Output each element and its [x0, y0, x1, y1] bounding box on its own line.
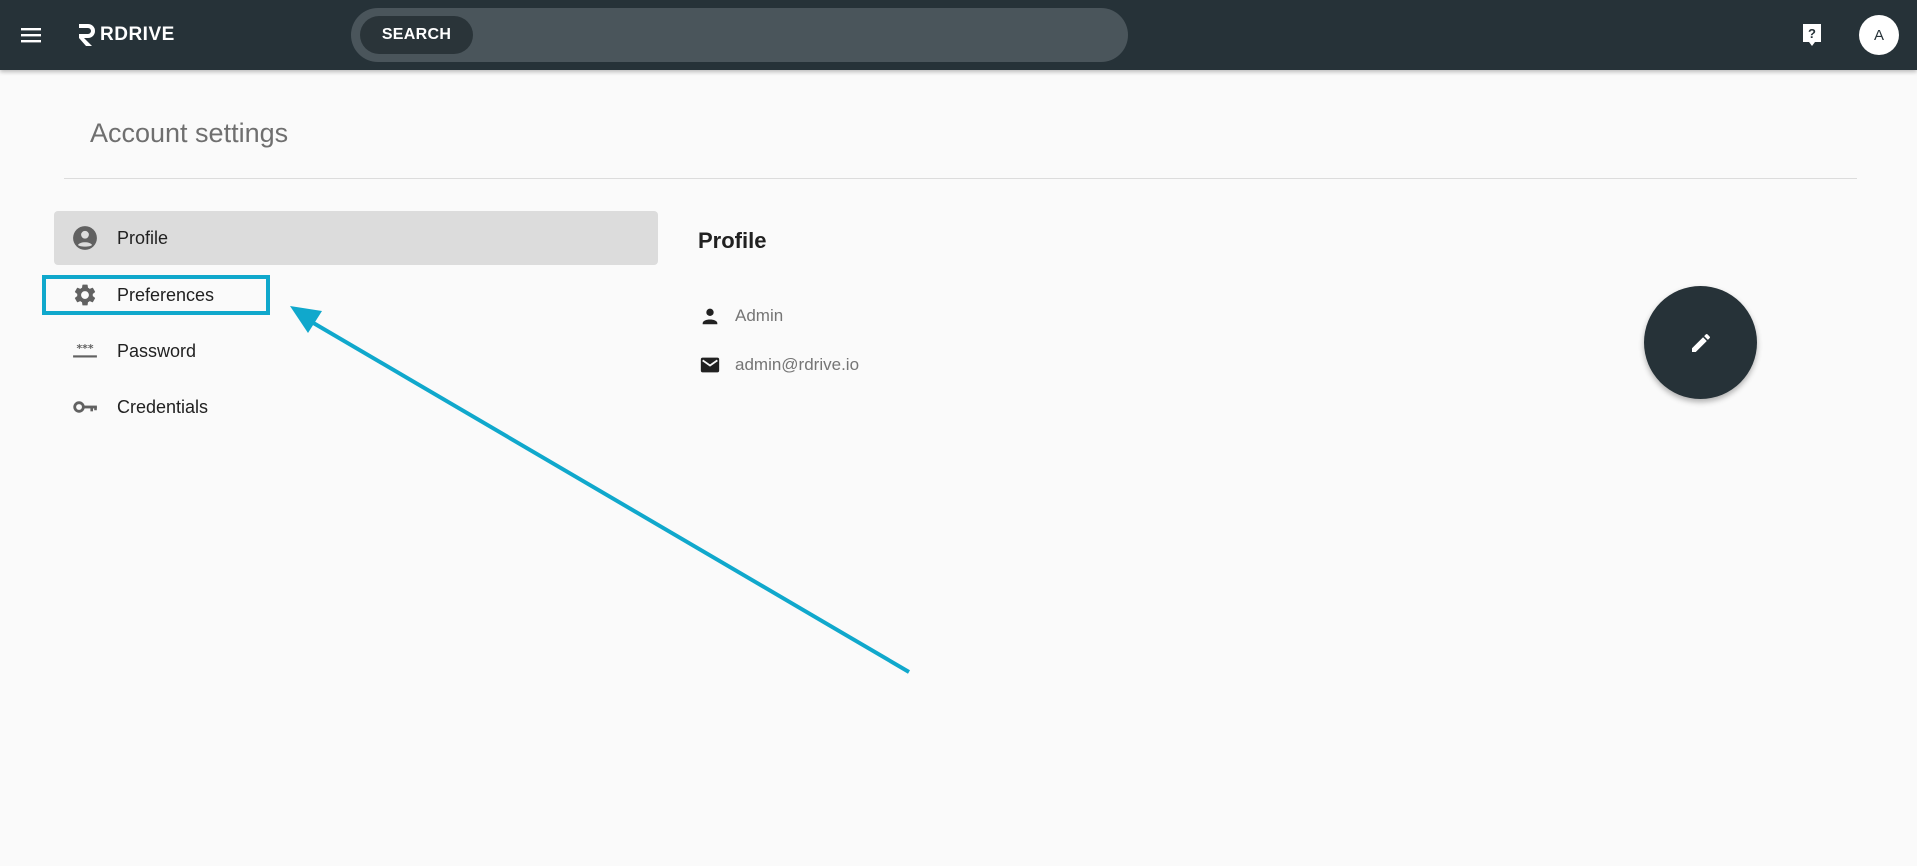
- help-button[interactable]: ?: [1798, 21, 1826, 49]
- nav-label-credentials: Credentials: [117, 396, 209, 417]
- search-button[interactable]: SEARCH: [360, 16, 473, 54]
- title-divider: [64, 178, 1857, 179]
- user-avatar[interactable]: A: [1859, 15, 1899, 55]
- svg-text:***: ***: [77, 342, 94, 355]
- nav-label-profile: Profile: [117, 227, 169, 248]
- profile-name-row: Admin: [698, 301, 783, 331]
- profile-email-row: admin@rdrive.io: [698, 350, 859, 380]
- top-app-bar: RDRIVE SEARCH ? A: [0, 0, 1917, 70]
- nav-item-password[interactable]: *** Password: [54, 324, 658, 378]
- email-icon: [698, 353, 722, 377]
- hamburger-menu-button[interactable]: [16, 20, 46, 50]
- help-icon: ?: [1803, 24, 1821, 46]
- key-icon: [71, 393, 99, 421]
- pencil-icon: [1691, 333, 1710, 352]
- profile-email: admin@rdrive.io: [735, 355, 860, 374]
- password-icon: ***: [71, 337, 99, 365]
- search-bar: SEARCH: [351, 8, 1128, 62]
- nav-item-profile[interactable]: Profile: [54, 211, 658, 265]
- search-input[interactable]: [481, 16, 1115, 56]
- rdrive-logo[interactable]: RDRIVE: [76, 20, 175, 50]
- logo-text: RDRIVE: [100, 24, 175, 45]
- svg-text:?: ?: [1808, 26, 1816, 41]
- highlight-box: [42, 275, 270, 315]
- rdrive-logo-icon: [79, 24, 95, 46]
- person-icon: [698, 304, 722, 328]
- hamburger-menu-icon: [21, 28, 41, 43]
- profile-name: Admin: [735, 306, 784, 325]
- nav-label-password: Password: [117, 340, 197, 361]
- nav-item-credentials[interactable]: Credentials: [54, 380, 658, 434]
- page-title: Account settings: [90, 118, 289, 148]
- profile-heading: Profile: [698, 228, 767, 253]
- edit-profile-button[interactable]: [1644, 286, 1757, 399]
- account-circle-icon: [71, 224, 99, 252]
